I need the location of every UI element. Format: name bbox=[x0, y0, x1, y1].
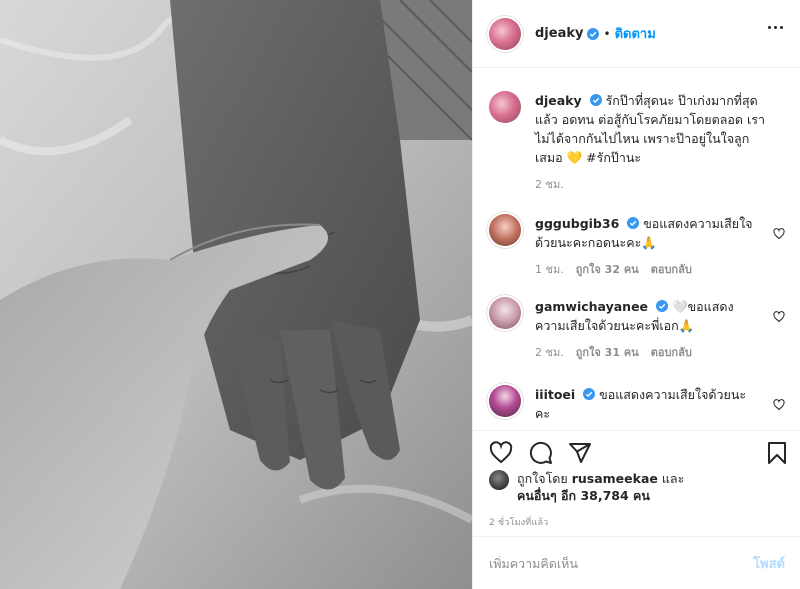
share-icon[interactable] bbox=[568, 441, 592, 465]
comment-avatar[interactable] bbox=[489, 214, 521, 246]
action-bar bbox=[473, 430, 800, 470]
post-panel: djeaky • ติดตาม djeaky รักป๊าที่สุดนะ ป๊… bbox=[472, 0, 800, 589]
verified-icon bbox=[583, 388, 596, 400]
heart-icon[interactable] bbox=[773, 399, 785, 411]
caption: djeaky รักป๊าที่สุดนะ ป๊าเก่งมากที่สุดแล… bbox=[489, 91, 789, 193]
likes-middle: และ bbox=[661, 471, 685, 486]
liker-avatar[interactable] bbox=[489, 470, 509, 490]
verified-icon bbox=[627, 217, 640, 229]
author-avatar[interactable] bbox=[489, 17, 521, 50]
caption-time[interactable]: 2 ชม. bbox=[535, 175, 564, 193]
comment-avatar[interactable] bbox=[489, 385, 521, 417]
likes-summary: ถูกใจโดย rusameekae และ คนอื่นๆ อีก 38,7… bbox=[489, 470, 789, 504]
add-comment-bar: โพสต์ bbox=[473, 536, 800, 589]
comment-input[interactable] bbox=[489, 555, 754, 571]
comment-time[interactable]: 1 ชม. bbox=[535, 260, 564, 278]
comment-username[interactable]: iiitoei bbox=[535, 387, 575, 402]
liker-username[interactable]: rusameekae bbox=[572, 471, 658, 486]
post-photo[interactable] bbox=[0, 0, 472, 589]
likes-others[interactable]: คนอื่นๆ อีก 38,784 คน bbox=[517, 488, 650, 503]
comment-icon[interactable] bbox=[529, 441, 553, 465]
reply-button[interactable]: ตอบกลับ bbox=[651, 260, 692, 278]
reply-button[interactable]: ตอบกลับ bbox=[651, 343, 692, 361]
post-button[interactable]: โพสต์ bbox=[753, 553, 785, 574]
heart-icon[interactable] bbox=[773, 228, 785, 240]
comment-username[interactable]: gamwichayanee bbox=[535, 299, 648, 314]
separator-dot: • bbox=[603, 26, 611, 41]
comments-list[interactable]: djeaky รักป๊าที่สุดนะ ป๊าเก่งมากที่สุดแล… bbox=[473, 69, 800, 429]
comment-item: gamwichayanee 🤍ขอแสดงความเสียใจด้วยนะคะพ… bbox=[489, 297, 789, 361]
post-header: djeaky • ติดตาม bbox=[473, 0, 800, 68]
hands-photo bbox=[0, 0, 472, 589]
bookmark-icon[interactable] bbox=[765, 441, 789, 465]
likes-prefix: ถูกใจโดย bbox=[517, 471, 568, 486]
verified-icon bbox=[656, 300, 669, 312]
post-timestamp[interactable]: 2 ชั่วโมงที่แล้ว bbox=[489, 515, 548, 529]
verified-icon bbox=[589, 94, 602, 106]
comment-avatar[interactable] bbox=[489, 297, 521, 329]
verified-icon bbox=[587, 27, 600, 40]
caption-username[interactable]: djeaky bbox=[535, 93, 582, 108]
heart-icon[interactable] bbox=[773, 311, 785, 323]
comment-item: iiitoei ขอแสดงความเสียใจด้วยนะคะ bbox=[489, 385, 789, 423]
comment-username[interactable]: gggubgib36 bbox=[535, 216, 619, 231]
caption-avatar[interactable] bbox=[489, 91, 521, 123]
comment-item: gggubgib36 ขอแสดงความเสียใจด้วยนะคะกอดนะ… bbox=[489, 214, 789, 278]
author-username[interactable]: djeaky bbox=[535, 26, 583, 41]
follow-button[interactable]: ติดตาม bbox=[615, 23, 656, 44]
comment-likes[interactable]: ถูกใจ 32 คน bbox=[576, 260, 639, 278]
comment-time[interactable]: 2 ชม. bbox=[535, 343, 564, 361]
heart-icon[interactable] bbox=[489, 441, 513, 465]
more-icon[interactable] bbox=[768, 26, 783, 29]
comment-likes[interactable]: ถูกใจ 31 คน bbox=[576, 343, 639, 361]
